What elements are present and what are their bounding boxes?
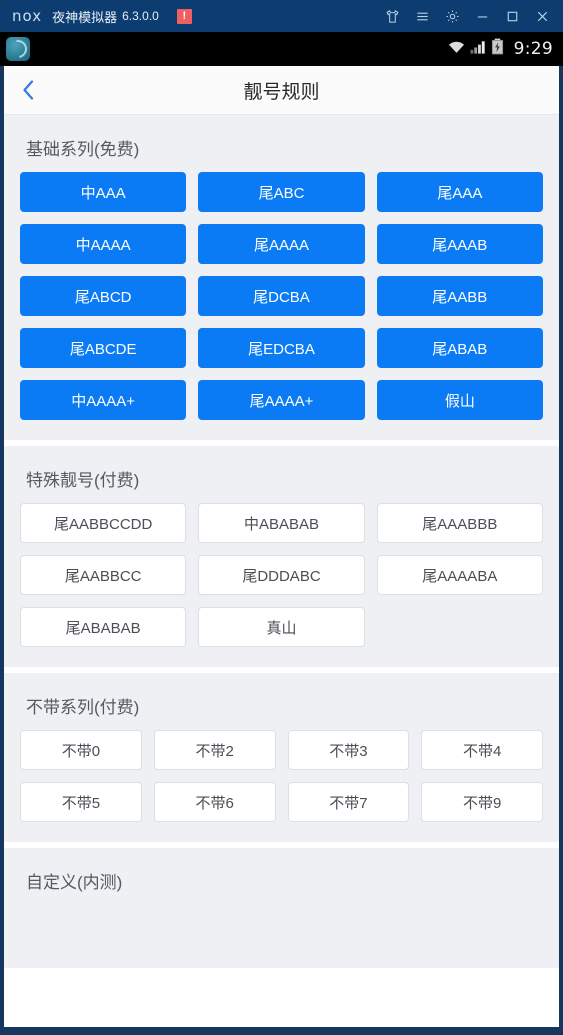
android-status-bar: 9:29 — [0, 32, 563, 66]
rules-section: 不带系列(付费) 不带0 不带2 不带3 不带4 不带5 不带6 不带7 不带9 — [4, 673, 559, 842]
rule-button[interactable]: 尾AABBCC — [20, 555, 187, 595]
minimize-icon[interactable] — [467, 2, 497, 30]
rule-button-grid: 中AAA 尾ABC 尾AAA 中AAAA 尾AAAA 尾AAAB 尾ABCD 尾DCBA 尾AA… — [4, 166, 559, 426]
rule-button[interactable]: 假山 — [376, 380, 543, 420]
section-title: 自定义(内测) — [26, 873, 123, 892]
rule-button[interactable]: 尾AAAB — [376, 224, 543, 264]
emulator-titlebar: nox 夜神模拟器 6.3.0.0 ! — [0, 0, 563, 32]
rule-button[interactable]: 尾AAAA+ — [198, 380, 365, 420]
rule-button[interactable]: 中ABABAB — [198, 503, 365, 543]
app-nav-header: 靓号规则 — [4, 66, 559, 115]
android-screen: 靓号规则 基础系列(免费) 中AAA 尾ABC 尾AAA 中AAAA 尾AAAA 尾AAAB… — [0, 66, 563, 1035]
section-title: 基础系列(免费) — [26, 140, 140, 159]
rule-button[interactable]: 中AAAA — [20, 224, 187, 264]
rule-button[interactable]: 尾ABAB — [376, 328, 543, 368]
rule-button[interactable]: 尾ABC — [198, 172, 365, 212]
rule-button[interactable]: 不带6 — [153, 782, 276, 822]
rule-button-grid: 尾AABBCCDD 中ABABAB 尾AAABBB 尾AABBCC 尾DDDABC 尾AA… — [4, 497, 559, 653]
rule-button[interactable]: 中AAAA+ — [20, 380, 187, 420]
rule-button[interactable]: 不带7 — [287, 782, 410, 822]
emulator-app-name: 夜神模拟器 — [52, 9, 118, 25]
rule-button[interactable]: 尾ABABAB — [20, 607, 187, 647]
rules-section: 自定义(内测) — [4, 848, 559, 968]
rules-section: 特殊靓号(付费) 尾AABBCCDD 中ABABAB 尾AAABBB 尾AABBCC 尾D… — [4, 446, 559, 667]
rule-button[interactable]: 尾AABBCCDD — [20, 503, 187, 543]
rule-button[interactable]: 尾AABB — [376, 276, 543, 316]
rule-button[interactable]: 不带5 — [20, 782, 142, 822]
rule-button[interactable]: 不带2 — [153, 730, 276, 770]
rules-scroll-area[interactable]: 基础系列(免费) 中AAA 尾ABC 尾AAA 中AAAA 尾AAAA 尾AAAB 尾ABCD… — [4, 115, 559, 1027]
nox-app-icon — [6, 37, 30, 61]
nox-logo: nox — [12, 6, 43, 25]
rule-button[interactable]: 尾AAABBB — [376, 503, 543, 543]
emulator-version: 6.3.0.0 — [122, 9, 159, 23]
rule-button[interactable]: 尾AAAA — [198, 224, 365, 264]
rule-button[interactable]: 真山 — [198, 607, 365, 647]
close-icon[interactable] — [527, 2, 557, 30]
wifi-icon — [447, 39, 466, 60]
rule-button-grid: 不带0 不带2 不带3 不带4 不带5 不带6 不带7 不带9 — [4, 724, 559, 828]
theme-shirt-icon[interactable] — [377, 2, 407, 30]
warning-badge[interactable]: ! — [176, 8, 192, 24]
rule-button[interactable]: 尾EDCBA — [198, 328, 365, 368]
rule-button[interactable]: 尾ABCD — [20, 276, 187, 316]
sections-container: 基础系列(免费) 中AAA 尾ABC 尾AAA 中AAAA 尾AAAA 尾AAAB 尾ABCD… — [4, 115, 559, 968]
battery-charging-icon — [491, 38, 504, 60]
rule-button[interactable]: 不带3 — [287, 730, 410, 770]
rule-button[interactable]: 尾DCBA — [198, 276, 365, 316]
rule-button[interactable]: 不带9 — [421, 782, 543, 822]
maximize-icon[interactable] — [497, 2, 527, 30]
rule-button[interactable]: 尾DDDABC — [198, 555, 365, 595]
rule-button[interactable]: 不带4 — [421, 730, 543, 770]
signal-icon — [470, 39, 487, 60]
section-title: 不带系列(付费) — [26, 698, 140, 717]
section-title: 特殊靓号(付费) — [26, 471, 140, 490]
rule-button[interactable]: 中AAA — [20, 172, 187, 212]
gear-icon[interactable] — [437, 2, 467, 30]
status-icon-group: 9:29 — [447, 38, 553, 60]
rules-section: 基础系列(免费) 中AAA 尾ABC 尾AAA 中AAAA 尾AAAA 尾AAAB 尾ABCD… — [4, 115, 559, 440]
page-title: 靓号规则 — [243, 81, 320, 103]
rule-button[interactable]: 尾AAA — [376, 172, 543, 212]
back-button[interactable] — [4, 66, 52, 114]
rule-button[interactable]: 尾AAAABA — [376, 555, 543, 595]
nox-emulator-window: nox 夜神模拟器 6.3.0.0 ! 9:29 靓号规则 基础系列(免费) 中… — [0, 0, 563, 1035]
rule-button[interactable]: 不带0 — [20, 730, 142, 770]
menu-icon[interactable] — [407, 2, 437, 30]
status-bar-clock: 9:29 — [513, 39, 553, 59]
rule-button[interactable]: 尾ABCDE — [20, 328, 187, 368]
